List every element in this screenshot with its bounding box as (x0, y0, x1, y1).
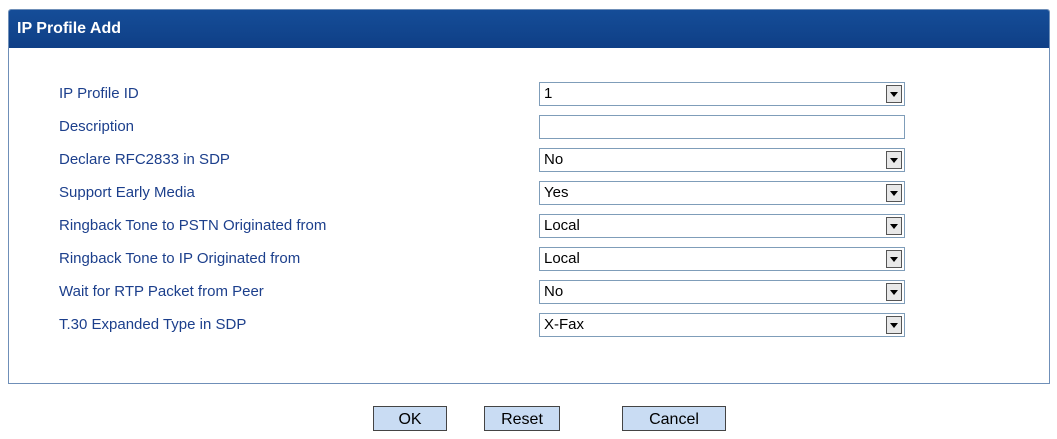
description-row: Description (9, 114, 1049, 140)
description-label: Description (59, 118, 135, 135)
ip-profile-add-panel: IP Profile Add IP Profile ID 1 Descripti… (8, 9, 1050, 384)
ip-profile-id-label: IP Profile ID (59, 85, 139, 102)
ringback-pstn-row: Ringback Tone to PSTN Originated from Lo… (9, 213, 1049, 239)
ringback-pstn-select[interactable]: Local (539, 214, 905, 238)
wait-rtp-row: Wait for RTP Packet from Peer No (9, 279, 1049, 305)
t30-expanded-value: X-Fax (544, 316, 585, 333)
declare-rfc2833-row: Declare RFC2833 in SDP No (9, 147, 1049, 173)
ip-profile-id-row: IP Profile ID 1 (9, 81, 1049, 107)
support-early-media-value: Yes (544, 184, 569, 201)
chevron-down-icon[interactable] (886, 217, 902, 235)
ringback-ip-value: Local (544, 250, 580, 267)
support-early-media-label: Support Early Media (59, 184, 195, 201)
support-early-media-select[interactable]: Yes (539, 181, 905, 205)
t30-expanded-select[interactable]: X-Fax (539, 313, 905, 337)
ringback-pstn-label: Ringback Tone to PSTN Originated from (59, 217, 327, 234)
declare-rfc2833-select[interactable]: No (539, 148, 905, 172)
chevron-down-icon[interactable] (886, 316, 902, 334)
t30-expanded-row: T.30 Expanded Type in SDP X-Fax (9, 312, 1049, 338)
cancel-button[interactable]: Cancel (622, 406, 726, 431)
ringback-ip-select[interactable]: Local (539, 247, 905, 271)
ip-profile-id-select[interactable]: 1 (539, 82, 905, 106)
ringback-ip-row: Ringback Tone to IP Originated from Loca… (9, 246, 1049, 272)
chevron-down-icon[interactable] (886, 85, 902, 103)
support-early-media-row: Support Early Media Yes (9, 180, 1049, 206)
chevron-down-icon[interactable] (886, 250, 902, 268)
ok-button[interactable]: OK (373, 406, 447, 431)
chevron-down-icon[interactable] (886, 283, 902, 301)
ringback-ip-label: Ringback Tone to IP Originated from (59, 250, 301, 267)
wait-rtp-value: No (544, 283, 564, 300)
reset-button[interactable]: Reset (484, 406, 560, 431)
declare-rfc2833-label: Declare RFC2833 in SDP (59, 151, 230, 168)
ringback-pstn-value: Local (544, 217, 580, 234)
wait-rtp-label: Wait for RTP Packet from Peer (59, 283, 264, 300)
ip-profile-id-value: 1 (544, 85, 553, 102)
chevron-down-icon[interactable] (886, 184, 902, 202)
chevron-down-icon[interactable] (886, 151, 902, 169)
wait-rtp-select[interactable]: No (539, 280, 905, 304)
panel-title: IP Profile Add (9, 10, 1049, 48)
description-input[interactable] (539, 115, 905, 139)
t30-expanded-label: T.30 Expanded Type in SDP (59, 316, 247, 333)
declare-rfc2833-value: No (544, 151, 564, 168)
